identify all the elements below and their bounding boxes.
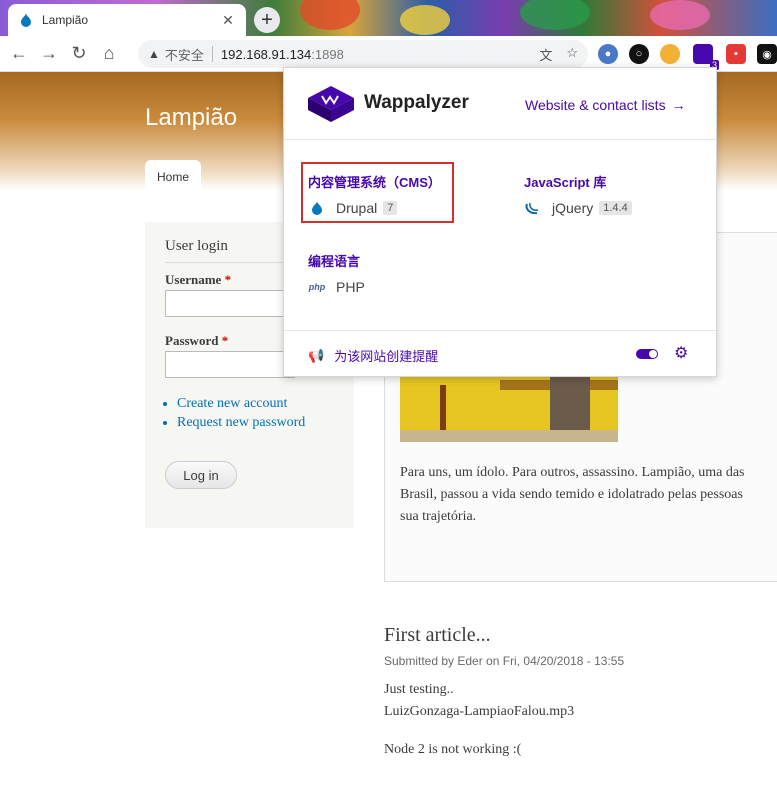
home-icon[interactable]: ⌂ — [94, 39, 124, 69]
highlight-box — [301, 162, 454, 223]
php-icon: php — [308, 282, 326, 292]
category-javascript-library: JavaScript 库 — [524, 175, 607, 190]
wallpaper-blob — [300, 0, 360, 30]
new-tab-button[interactable]: + — [254, 7, 280, 33]
tab-title: Lampião — [42, 13, 89, 27]
article-title[interactable]: First article... — [384, 624, 491, 647]
block-title: User login — [165, 238, 228, 254]
article-submitted: Submitted by Eder on Fri, 04/20/2018 - 1… — [384, 654, 625, 668]
login-button[interactable]: Log in — [165, 461, 237, 489]
article-body: Just testing.. LuizGonzaga-LampiaoFalou.… — [384, 682, 575, 757]
enable-toggle[interactable] — [636, 349, 658, 359]
list-item: Request new password — [177, 415, 305, 431]
wallpaper-blob — [400, 5, 450, 35]
version-badge: 1.4.4 — [599, 201, 632, 215]
node-body: Para uns, um ídolo. Para outros, assassi… — [400, 465, 745, 524]
back-icon[interactable]: ← — [4, 39, 34, 69]
node-image — [400, 375, 618, 442]
url-host: 192.168.91.134 — [220, 46, 312, 62]
username-label: Username * — [165, 272, 232, 287]
tech-php[interactable]: php PHP — [308, 279, 365, 295]
close-tab-icon[interactable]: ✕ — [220, 12, 236, 29]
reload-icon[interactable]: ↻ — [64, 39, 94, 69]
create-account-link[interactable]: Create new account — [177, 396, 287, 411]
request-password-link[interactable]: Request new password — [177, 415, 305, 430]
wappalyzer-brand: Wappalyzer — [364, 92, 469, 113]
image-detail — [440, 385, 446, 435]
extension-owl-icon[interactable]: ◉ — [757, 44, 777, 64]
wappalyzer-popup: Wappalyzer Website & contact lists → 内容管理… — [283, 67, 717, 377]
settings-gear-icon[interactable]: ⚙ — [674, 343, 688, 363]
extension-circle-icon[interactable]: ○ — [629, 44, 649, 64]
extension-color-icon[interactable] — [660, 44, 680, 64]
image-detail — [400, 430, 618, 442]
popup-header: Wappalyzer Website & contact lists → — [284, 68, 716, 140]
list-item: Create new account — [177, 396, 305, 412]
security-label: 不安全 — [164, 47, 204, 63]
warning-icon: ▲ — [148, 47, 160, 61]
wallpaper-blob — [520, 0, 590, 30]
wappalyzer-logo-icon — [308, 86, 354, 122]
password-label: Password * — [165, 333, 229, 348]
site-name[interactable]: Lampião — [145, 104, 237, 132]
create-alert-link[interactable]: 📢 为该网站创建提醒 — [308, 346, 438, 365]
tab-strip: Lampião ✕ + — [0, 0, 777, 36]
bookmark-star-icon[interactable]: ☆ — [566, 45, 578, 64]
wallpaper-blob — [650, 0, 710, 30]
login-links: Create new account Request new password — [165, 396, 305, 434]
extension-wappalyzer-icon[interactable]: 3 — [693, 44, 719, 70]
divider — [211, 46, 213, 62]
megaphone-icon: 📢 — [308, 347, 325, 363]
forward-icon[interactable]: → — [34, 39, 64, 69]
password-field[interactable]: ••• — [165, 351, 306, 378]
divider — [284, 330, 716, 331]
translate-icon[interactable]: 文 — [539, 45, 552, 64]
extension-pocket-icon[interactable]: ▪ — [726, 44, 746, 64]
image-detail — [550, 375, 590, 435]
nav-home-tab[interactable]: Home — [145, 160, 201, 194]
username-field[interactable]: ••• — [165, 290, 306, 317]
extension-github-icon[interactable]: ● — [598, 44, 618, 64]
website-contact-link[interactable]: Website & contact lists → — [525, 97, 686, 113]
drupal-favicon-icon — [21, 13, 31, 27]
arrow-right-icon: → — [671, 97, 686, 113]
url-port: :1898 — [311, 46, 344, 62]
tech-jquery[interactable]: jQuery 1.4.4 — [524, 200, 632, 216]
category-programming-language: 编程语言 — [308, 254, 361, 269]
address-bar[interactable]: ▲ 不安全 192.168.91.134 :1898 文 ☆ — [138, 40, 588, 68]
browser-tab[interactable]: Lampião ✕ — [8, 4, 246, 36]
jquery-icon — [524, 200, 542, 216]
